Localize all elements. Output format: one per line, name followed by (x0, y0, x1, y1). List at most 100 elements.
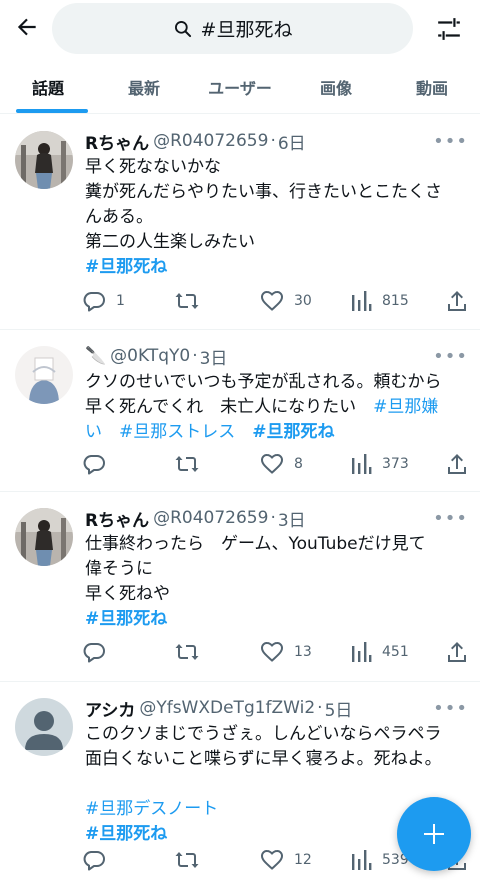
reply-button[interactable] (82, 848, 116, 872)
views-icon (352, 642, 372, 662)
hashtag-link[interactable]: #旦那死ね (85, 257, 167, 277)
like-button[interactable]: 12 (260, 848, 312, 872)
hashtag-link[interactable]: #旦那死ね (85, 824, 167, 844)
avatar[interactable] (15, 508, 73, 566)
reply-count: 1 (116, 293, 125, 309)
separator-dot: · (270, 131, 276, 151)
like-count: 12 (294, 852, 312, 868)
tweet-time[interactable]: 5日 (325, 696, 353, 721)
tweet-text-line: このクソまじでうざぇ。しんどいならペラペラ (85, 724, 442, 744)
reply-button[interactable]: 1 (82, 289, 125, 313)
tab-images[interactable]: 画像 (288, 60, 384, 113)
share-icon (448, 291, 466, 311)
tweet-time[interactable]: 6日 (278, 129, 306, 154)
tweet-item[interactable]: 🔪 @0KTqY0 · 3日 ••• クソのせいでいつも予定が乱される。頼むから… (0, 330, 480, 492)
tweet-item[interactable]: Rちゃん @R04072659 · 6日 ••• 早く死なないかな 糞が死んだら… (0, 115, 480, 330)
more-button[interactable]: ••• (433, 129, 468, 153)
avatar[interactable] (15, 698, 73, 756)
retweet-icon (175, 456, 199, 472)
retweet-icon (175, 852, 199, 868)
more-button[interactable]: ••• (433, 506, 468, 530)
views-button[interactable]: 815 (350, 289, 409, 313)
back-button[interactable] (10, 10, 44, 44)
filter-button[interactable] (432, 12, 466, 46)
like-icon (261, 291, 283, 311)
share-button[interactable] (446, 640, 468, 664)
share-button[interactable] (446, 452, 468, 476)
reply-icon (83, 455, 105, 475)
hashtag-link[interactable]: い (85, 422, 102, 442)
user-handle[interactable]: @R04072659 (153, 131, 268, 151)
more-icon: ••• (433, 697, 468, 719)
retweet-icon (175, 644, 199, 660)
separator-dot: · (192, 346, 198, 366)
retweet-button[interactable] (174, 848, 210, 872)
search-tabs: 話題 最新 ユーザー 画像 動画 (0, 60, 480, 114)
display-name[interactable]: アシカ (85, 696, 135, 721)
tweet-item[interactable]: Rちゃん @R04072659 · 3日 ••• 仕事終わったら ゲーム、You… (0, 492, 480, 682)
top-bar: #旦那死ね (0, 0, 480, 56)
views-button[interactable]: 373 (350, 452, 409, 476)
more-button[interactable]: ••• (433, 344, 468, 368)
compose-button[interactable] (397, 797, 471, 871)
search-query: #旦那死ね (200, 19, 293, 41)
reply-button[interactable] (82, 640, 116, 664)
hashtag-link[interactable]: #旦那ストレス (119, 422, 235, 442)
reply-icon (83, 643, 105, 663)
like-button[interactable]: 30 (260, 289, 312, 313)
like-button[interactable]: 13 (260, 640, 312, 664)
display-name[interactable]: 🔪 (85, 346, 106, 366)
reply-button[interactable] (82, 452, 116, 476)
tweet-text-line: 早く死ねや (85, 584, 170, 604)
tab-top[interactable]: 話題 (0, 60, 96, 113)
retweet-button[interactable] (174, 640, 210, 664)
share-icon (448, 642, 466, 662)
tweet-time[interactable]: 3日 (278, 506, 306, 531)
retweet-icon (175, 293, 199, 309)
retweet-button[interactable] (174, 289, 210, 313)
tab-videos[interactable]: 動画 (384, 60, 480, 113)
tweet-text-line: んある。 (85, 207, 153, 227)
avatar[interactable] (15, 131, 73, 189)
tweet-actions: 8 373 (82, 449, 472, 479)
hashtag-link[interactable]: #旦那嫌 (373, 397, 438, 417)
tab-users[interactable]: ユーザー (192, 60, 288, 113)
user-handle[interactable]: @0KTqY0 (110, 346, 190, 366)
more-icon: ••• (433, 507, 468, 529)
like-button[interactable]: 8 (260, 452, 303, 476)
more-icon: ••• (433, 345, 468, 367)
tweet-text: 早く死なないかな 糞が死んだらやりたい事、行きたいとこたくさ んある。 第二の人… (85, 155, 468, 280)
views-count: 451 (382, 644, 409, 660)
user-handle[interactable]: @R04072659 (153, 508, 268, 528)
reply-icon (83, 292, 105, 312)
more-button[interactable]: ••• (433, 696, 468, 720)
tweet-text-line: 糞が死んだらやりたい事、行きたいとこたくさ (85, 182, 442, 202)
tab-latest[interactable]: 最新 (96, 60, 192, 113)
filter-sliders-icon (438, 18, 460, 40)
retweet-button[interactable] (174, 452, 210, 476)
hashtag-link[interactable]: #旦那死ね (252, 422, 334, 442)
user-handle[interactable]: @YfsWXDeTg1fZWi2 (139, 698, 315, 718)
share-icon (448, 454, 466, 474)
tweet-text-line: クソのせいでいつも予定が乱される。頼むから (85, 372, 442, 392)
tweet-text-line: 早く死なないかな (85, 157, 221, 177)
tweet-text-line: 偉そうに (85, 559, 153, 579)
hashtag-link[interactable]: #旦那デスノート (85, 799, 218, 819)
views-button[interactable]: 539 (350, 848, 409, 872)
share-button[interactable] (446, 289, 468, 313)
display-name[interactable]: Rちゃん (85, 506, 149, 531)
hashtag-link[interactable]: #旦那死ね (85, 609, 167, 629)
back-arrow-icon (17, 18, 36, 36)
tweet-text: クソのせいでいつも予定が乱される。頼むから 早く死んでくれ 未亡人になりたい #… (85, 370, 468, 445)
search-input[interactable]: #旦那死ね (52, 3, 413, 54)
views-icon (352, 291, 372, 311)
tweet-time[interactable]: 3日 (200, 344, 228, 369)
views-count: 815 (382, 293, 409, 309)
separator-dot: · (270, 508, 276, 528)
views-button[interactable]: 451 (350, 640, 409, 664)
avatar[interactable] (15, 346, 73, 404)
separator-dot: · (317, 698, 323, 718)
tweet-feed: Rちゃん @R04072659 · 6日 ••• 早く死なないかな 糞が死んだら… (0, 115, 480, 880)
tweet-text-line: 面白くないこと喋らずに早く寝ろよ。死ねよ。 (85, 749, 442, 769)
display-name[interactable]: Rちゃん (85, 129, 149, 154)
